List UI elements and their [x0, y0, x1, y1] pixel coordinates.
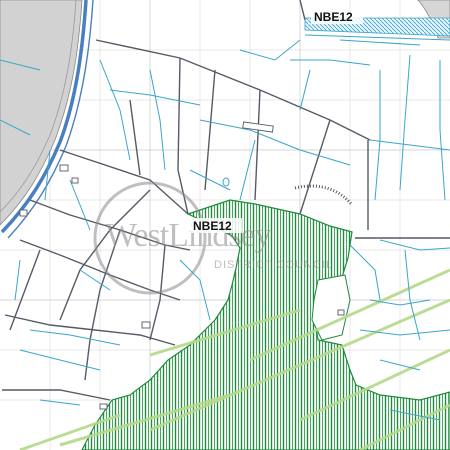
watermark-title: WestLindsey — [105, 217, 272, 254]
map-canvas[interactable]: WestLindsey DISTRICT COUNCIL NBE12 NBE12 — [0, 0, 450, 450]
zone-label-top[interactable]: NBE12 — [314, 10, 353, 24]
watermark-subtitle: DISTRICT COUNCIL — [214, 259, 333, 271]
map-view[interactable]: WestLindsey DISTRICT COUNCIL NBE12 NBE12 — [0, 0, 450, 450]
zone-label-center[interactable]: NBE12 — [193, 219, 232, 233]
